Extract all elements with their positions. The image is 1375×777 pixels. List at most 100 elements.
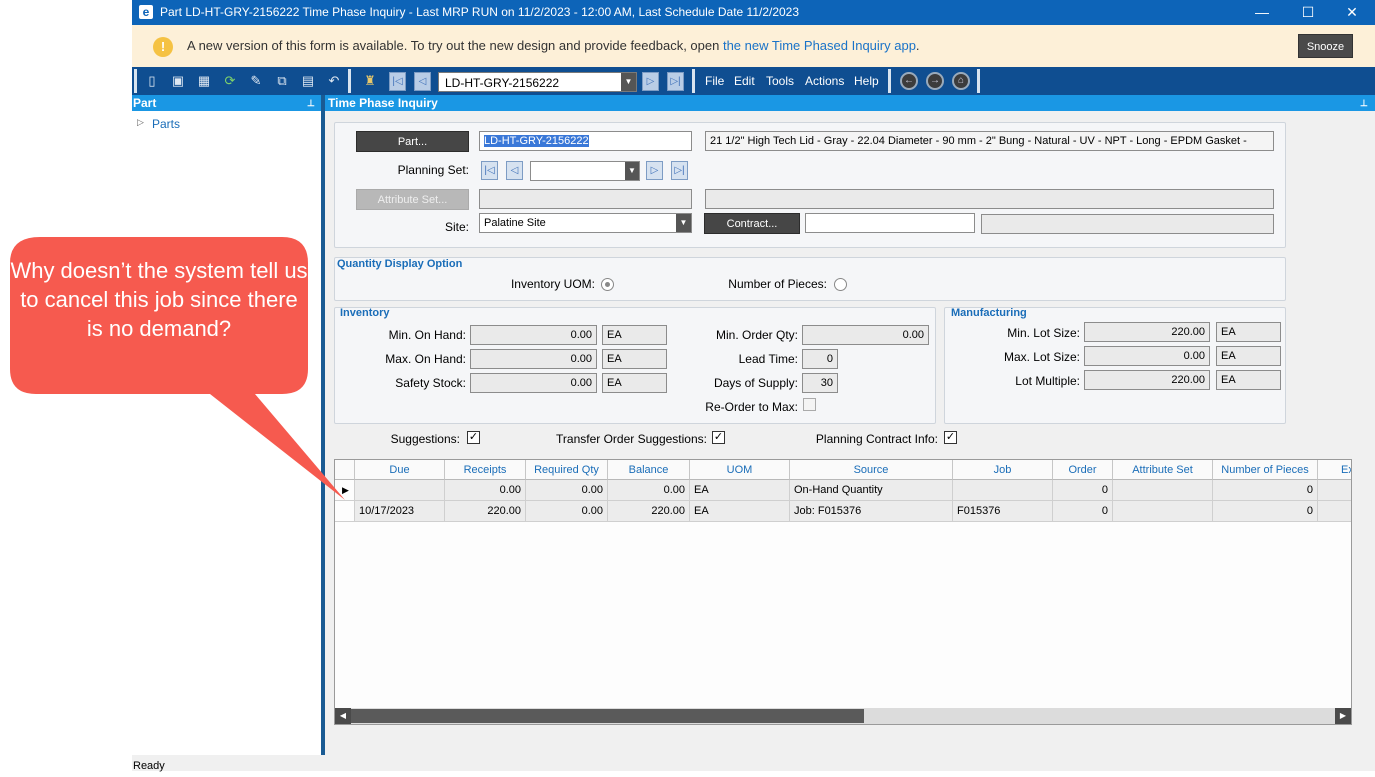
menu-actions[interactable]: Actions <box>805 74 844 88</box>
panel-splitter[interactable] <box>321 95 325 755</box>
menu-help[interactable]: Help <box>854 74 879 88</box>
grid-cell[interactable]: 0 <box>1213 480 1318 501</box>
min-order-qty-field[interactable]: 0.00 <box>802 325 929 345</box>
last-record-icon[interactable]: ▷| <box>667 72 684 91</box>
planning-first-icon[interactable]: |◁ <box>481 161 498 180</box>
planning-last-icon[interactable]: ▷| <box>671 161 688 180</box>
pin-icon[interactable]: ⊥ <box>307 95 315 111</box>
minimize-button[interactable]: — <box>1239 0 1285 25</box>
grid-cell[interactable]: 0 <box>1053 501 1113 522</box>
row-selector[interactable] <box>335 501 355 522</box>
maximize-button[interactable]: ☐ <box>1285 0 1331 25</box>
contract-field[interactable] <box>805 213 975 233</box>
column-header-required-qty[interactable]: Required Qty <box>526 460 608 480</box>
grid-cell[interactable] <box>1113 501 1213 522</box>
grid-cell[interactable] <box>953 480 1053 501</box>
chevron-down-icon[interactable]: ▼ <box>625 162 639 180</box>
attribute-description-field[interactable] <box>705 189 1274 209</box>
grid-cell[interactable]: EA <box>690 501 790 522</box>
min-lot-size-field[interactable]: 220.00 <box>1084 322 1210 342</box>
column-header-number-of-pieces[interactable]: Number of Pieces <box>1213 460 1318 480</box>
max-lot-size-field[interactable]: 0.00 <box>1084 346 1210 366</box>
menu-tools[interactable]: Tools <box>766 74 794 88</box>
transfer-suggestions-checkbox[interactable]: ✓ <box>712 431 725 444</box>
grid-cell[interactable]: 0.00 <box>445 480 526 501</box>
site-select[interactable]: Palatine Site <box>479 213 692 233</box>
column-header-job[interactable]: Job <box>953 460 1053 480</box>
undo-icon[interactable]: ↶ <box>326 73 342 89</box>
grid-cell[interactable] <box>1318 501 1351 522</box>
grid-cell[interactable]: 0 <box>1053 480 1113 501</box>
grid-cell[interactable] <box>355 480 445 501</box>
chevron-down-icon[interactable]: ▼ <box>676 214 691 232</box>
grid-cell[interactable] <box>1113 480 1213 501</box>
days-of-supply-field[interactable]: 30 <box>802 373 838 393</box>
scrollbar-thumb[interactable] <box>351 709 864 723</box>
save-close-icon[interactable]: ▦ <box>196 73 212 89</box>
copy-icon[interactable]: ⧉ <box>274 73 290 89</box>
part-number-field[interactable]: LD-HT-GRY-2156222 <box>479 131 692 151</box>
max-on-hand-field[interactable]: 0.00 <box>470 349 597 369</box>
tree-node-parts[interactable]: Parts <box>152 117 180 131</box>
lead-time-field[interactable]: 0 <box>802 349 838 369</box>
grid-cell[interactable] <box>1318 480 1351 501</box>
back-icon[interactable]: ← <box>900 72 918 90</box>
new-icon[interactable]: ▯ <box>144 73 160 89</box>
column-header-receipts[interactable]: Receipts <box>445 460 526 480</box>
expand-arrow-icon[interactable]: ▷ <box>137 117 144 128</box>
current-row-indicator-icon[interactable]: ▶ <box>335 480 355 501</box>
grid-cell[interactable]: 0.00 <box>608 480 690 501</box>
column-header-balance[interactable]: Balance <box>608 460 690 480</box>
search-binoculars-icon[interactable]: ♜ <box>362 73 378 89</box>
scroll-left-icon[interactable]: ◀ <box>335 708 351 724</box>
attribute-set-field[interactable] <box>479 189 692 209</box>
forward-icon[interactable]: → <box>926 72 944 90</box>
snooze-button[interactable]: Snooze <box>1298 34 1353 58</box>
refresh-icon[interactable]: ⟳ <box>222 73 238 89</box>
min-on-hand-field[interactable]: 0.00 <box>470 325 597 345</box>
suggestions-checkbox[interactable]: ✓ <box>467 431 480 444</box>
menu-file[interactable]: File <box>705 74 724 88</box>
save-icon[interactable]: ▣ <box>170 73 186 89</box>
inventory-uom-radio[interactable] <box>601 278 614 291</box>
column-header-due[interactable]: Due <box>355 460 445 480</box>
close-button[interactable]: ✕ <box>1329 0 1375 25</box>
planning-prev-icon[interactable]: ◁ <box>506 161 523 180</box>
new-app-link[interactable]: the new Time Phased Inquiry app <box>723 38 916 53</box>
column-header-uom[interactable]: UOM <box>690 460 790 480</box>
grid-cell[interactable]: 10/17/2023 <box>355 501 445 522</box>
grid-cell[interactable]: Job: F015376 <box>790 501 953 522</box>
column-header-attribute-set[interactable]: Attribute Set <box>1113 460 1213 480</box>
grid-cell[interactable]: On-Hand Quantity <box>790 480 953 501</box>
chevron-down-icon[interactable]: ▼ <box>621 73 636 91</box>
clear-icon[interactable]: ✎ <box>248 73 264 89</box>
column-header-ex[interactable]: Ex <box>1318 460 1351 480</box>
grid-cell[interactable]: 0.00 <box>526 480 608 501</box>
number-of-pieces-radio[interactable] <box>834 278 847 291</box>
grid-cell[interactable]: 220.00 <box>445 501 526 522</box>
menu-edit[interactable]: Edit <box>734 74 755 88</box>
next-record-icon[interactable]: ▷ <box>642 72 659 91</box>
part-description-field[interactable]: 21 1/2" High Tech Lid - Gray - 22.04 Dia… <box>705 131 1274 151</box>
column-header-source[interactable]: Source <box>790 460 953 480</box>
grid-cell[interactable]: 220.00 <box>608 501 690 522</box>
column-header-order[interactable]: Order <box>1053 460 1113 480</box>
part-button[interactable]: Part... <box>356 131 469 152</box>
horizontal-scrollbar[interactable]: ◀ ▶ <box>335 708 1351 724</box>
planning-set-select[interactable] <box>530 161 640 181</box>
previous-record-icon[interactable]: ◁ <box>414 72 431 91</box>
grid-cell[interactable]: EA <box>690 480 790 501</box>
grid-cell[interactable]: 0 <box>1213 501 1318 522</box>
first-record-icon[interactable]: |◁ <box>389 72 406 91</box>
pin-icon[interactable]: ⊥ <box>1360 95 1368 111</box>
scroll-right-icon[interactable]: ▶ <box>1335 708 1351 724</box>
part-combo[interactable]: LD-HT-GRY-2156222 ▼ <box>438 72 637 92</box>
contract-button[interactable]: Contract... <box>704 213 800 234</box>
grid-cell[interactable]: 0.00 <box>526 501 608 522</box>
planning-next-icon[interactable]: ▷ <box>646 161 663 180</box>
attribute-set-button[interactable]: Attribute Set... <box>356 189 469 210</box>
reorder-to-max-checkbox[interactable] <box>803 398 816 411</box>
planning-contract-info-checkbox[interactable]: ✓ <box>944 431 957 444</box>
lot-multiple-field[interactable]: 220.00 <box>1084 370 1210 390</box>
safety-stock-field[interactable]: 0.00 <box>470 373 597 393</box>
